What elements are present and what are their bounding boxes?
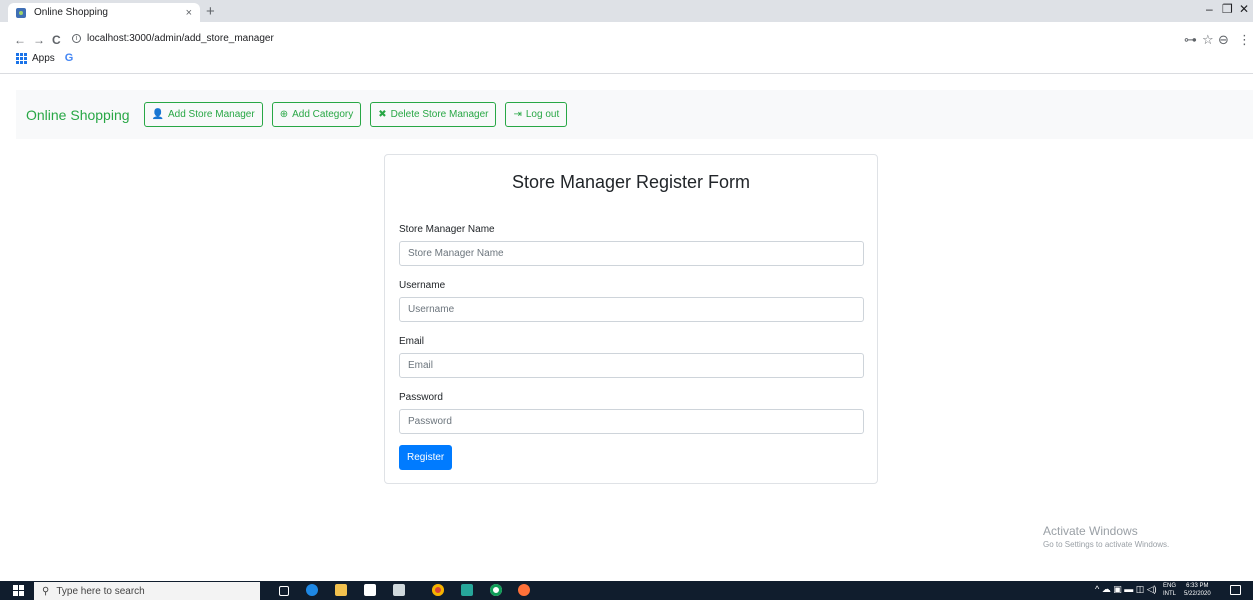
back-icon[interactable]: ← <box>14 33 26 47</box>
edge-browser-icon[interactable] <box>306 584 318 596</box>
windows-start-icon[interactable] <box>13 585 25 596</box>
sign-out-icon: ⇥ <box>513 109 522 120</box>
log-out-label: Log out <box>525 109 560 120</box>
add-category-label: Add Category <box>292 109 354 120</box>
profile-icon[interactable]: ⊖ <box>1218 32 1229 48</box>
browser-tab[interactable]: Online Shopping × <box>8 3 200 22</box>
store-manager-name-input[interactable] <box>399 241 864 266</box>
register-form-card: Store Manager Register Form Store Manage… <box>384 154 878 484</box>
user-slash-icon: ✖ <box>378 109 387 120</box>
apps-grid-icon[interactable] <box>16 52 27 64</box>
store-manager-name-label: Store Manager Name <box>399 224 495 235</box>
plus-circle-icon: ⊕ <box>279 109 289 120</box>
lang-layout: INTL <box>1163 591 1177 597</box>
firefox-icon[interactable] <box>518 584 530 596</box>
clock-time: 6:33 PM <box>1186 583 1209 589</box>
user-plus-icon: 👤 <box>151 109 164 120</box>
taskbar-search-box[interactable]: ⚲ Type here to search <box>34 582 260 600</box>
app-navbar: Online Shopping 👤 Add Store Manager ⊕ Ad… <box>16 90 1253 139</box>
add-category-button[interactable]: ⊕ Add Category <box>271 102 362 127</box>
file-explorer-icon[interactable] <box>335 584 347 596</box>
clock-date: 5/22/2020 <box>1184 591 1211 597</box>
tab-close-icon[interactable]: × <box>186 7 192 19</box>
password-label: Password <box>399 392 443 403</box>
system-tray-icons[interactable]: ^ ☁ ▣ ▬ ◫ ◁) <box>1095 584 1157 595</box>
bookmarks-bar: Apps G <box>16 52 73 64</box>
restore-icon[interactable]: ❐ <box>1222 2 1233 16</box>
delete-store-manager-button[interactable]: ✖ Delete Store Manager <box>370 102 497 127</box>
vscode-icon[interactable] <box>461 584 473 596</box>
new-tab-button[interactable]: + <box>206 3 215 20</box>
taskbar-search-placeholder: Type here to search <box>56 585 145 597</box>
address-bar[interactable]: i localhost:3000/admin/add_store_manager <box>72 33 274 44</box>
password-input[interactable] <box>399 409 864 434</box>
forward-icon[interactable]: → <box>33 33 45 47</box>
apps-bookmark[interactable]: Apps <box>32 53 55 64</box>
minimize-icon[interactable]: – <box>1206 2 1213 16</box>
language-indicator[interactable]: ENG INTL <box>1163 582 1176 598</box>
delete-store-manager-label: Delete Store Manager <box>390 109 489 120</box>
site-info-icon[interactable]: i <box>72 34 81 43</box>
username-input[interactable] <box>399 297 864 322</box>
add-store-manager-button[interactable]: 👤 Add Store Manager <box>143 102 263 127</box>
watermark-subtitle: Go to Settings to activate Windows. <box>1043 540 1170 549</box>
mail-icon[interactable] <box>393 584 405 596</box>
add-store-manager-label: Add Store Manager <box>167 109 255 120</box>
task-view-icon[interactable] <box>279 586 289 596</box>
key-icon[interactable]: ⊶ <box>1184 32 1197 48</box>
bookmark-star-icon[interactable]: ☆ <box>1202 32 1214 48</box>
search-icon: ⚲ <box>42 585 50 597</box>
watermark-title: Activate Windows <box>1043 524 1138 538</box>
email-label: Email <box>399 336 425 347</box>
chrome-divider <box>0 73 1253 74</box>
tab-title: Online Shopping <box>34 7 108 18</box>
username-label: Username <box>399 280 446 291</box>
form-title: Store Manager Register Form <box>511 172 751 192</box>
store-icon[interactable] <box>364 584 376 596</box>
google-bookmark-icon[interactable]: G <box>65 52 74 64</box>
app-circle-icon[interactable] <box>490 584 502 596</box>
lang-code: ENG <box>1163 583 1177 589</box>
address-url: localhost:3000/admin/add_store_manager <box>87 33 274 44</box>
register-button[interactable]: Register <box>399 445 453 470</box>
reload-icon[interactable]: C <box>52 33 61 47</box>
activate-windows-watermark: Activate Windows Go to Settings to activ… <box>1043 524 1169 549</box>
taskbar-clock[interactable]: 6:33 PM 5/22/2020 <box>1184 582 1211 598</box>
site-favicon-icon <box>16 7 26 18</box>
notification-center-icon[interactable] <box>1230 585 1241 595</box>
browser-menu-icon[interactable]: ⋮ <box>1238 32 1251 48</box>
email-input[interactable] <box>399 353 864 378</box>
brand-link[interactable]: Online Shopping <box>26 107 130 123</box>
chrome-icon[interactable] <box>432 584 444 596</box>
log-out-button[interactable]: ⇥ Log out <box>505 102 568 127</box>
close-window-icon[interactable]: ✕ <box>1239 2 1249 16</box>
